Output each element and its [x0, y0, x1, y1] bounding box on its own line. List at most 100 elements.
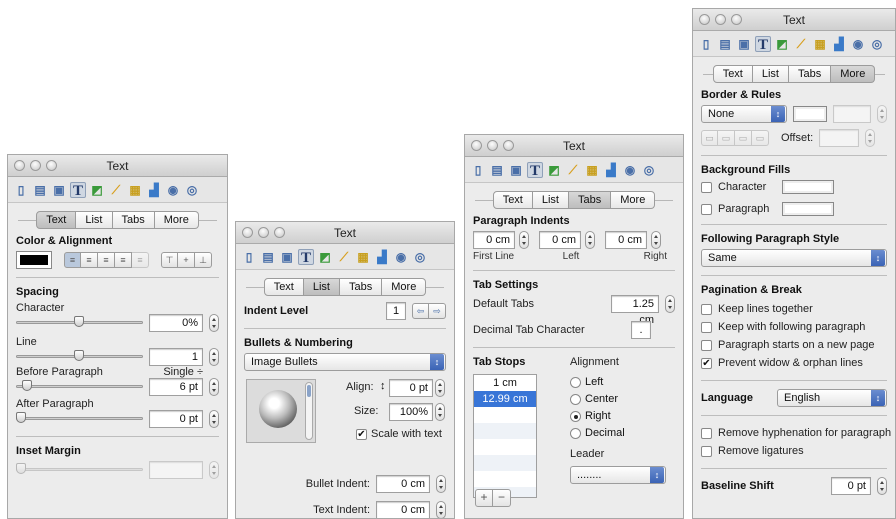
border-width-field[interactable] — [832, 105, 871, 123]
tab-stops-list[interactable]: 1 cm 12.99 cm — [473, 374, 537, 498]
paragraph-fill-checkbox[interactable] — [701, 203, 712, 215]
tab-list[interactable]: List — [303, 278, 340, 296]
border-style-popup[interactable]: None — [701, 105, 787, 123]
character-slider[interactable] — [16, 315, 143, 331]
tab-tabs[interactable]: Tabs — [789, 65, 832, 83]
wrap-icon[interactable]: ▣ — [736, 36, 752, 52]
character-stepper[interactable] — [209, 314, 219, 332]
close-icon[interactable] — [14, 160, 25, 171]
tab-text[interactable]: Text — [712, 65, 753, 83]
paragraph-fill-color-well[interactable] — [782, 202, 834, 216]
align-justify-icon[interactable]: ≡ — [115, 252, 132, 268]
document-icon[interactable]: ▤ — [489, 162, 505, 178]
baseline-shift-field[interactable]: 0 pt — [831, 477, 871, 495]
align-right-radio[interactable] — [570, 411, 581, 422]
ruler-icon[interactable]: ⟋ — [793, 36, 809, 52]
widow-orphan-checkbox[interactable]: ✔ — [701, 357, 712, 369]
right-indent-field[interactable]: 0 cm — [605, 231, 647, 249]
bullet-indent-stepper[interactable] — [436, 475, 446, 493]
character-fill-checkbox[interactable] — [701, 181, 712, 193]
wrap-icon[interactable]: ▣ — [279, 249, 295, 265]
text-icon[interactable]: T — [755, 35, 771, 53]
align-left-radio[interactable] — [570, 377, 581, 388]
minimize-icon[interactable] — [715, 14, 726, 25]
border-top-icon[interactable]: ▭ — [718, 130, 735, 146]
keep-lines-checkbox[interactable] — [701, 303, 712, 315]
text-icon[interactable]: T — [70, 181, 86, 199]
text-indent-stepper[interactable] — [436, 501, 446, 518]
tab-list[interactable]: List — [532, 191, 569, 209]
align-none-icon[interactable]: ≡ — [132, 252, 149, 268]
text-indent-field[interactable]: 0 cm — [376, 501, 430, 518]
offset-stepper[interactable] — [865, 129, 876, 147]
before-paragraph-stepper[interactable] — [209, 378, 219, 396]
link-icon[interactable]: ◉ — [393, 249, 409, 265]
quicktime-icon[interactable]: ◎ — [869, 36, 885, 52]
layout-icon[interactable]: ▯ — [470, 162, 486, 178]
valign-middle-icon[interactable]: + — [178, 252, 195, 268]
minimize-icon[interactable] — [487, 140, 498, 151]
line-stepper[interactable] — [209, 348, 219, 366]
left-indent-stepper[interactable] — [585, 231, 595, 249]
language-popup[interactable]: English — [777, 389, 887, 407]
title-bar[interactable]: Text — [693, 9, 895, 31]
chart-icon[interactable]: ▟ — [374, 249, 390, 265]
size-field[interactable]: 100% — [389, 403, 433, 421]
inset-margin-slider[interactable] — [16, 462, 143, 478]
table-icon[interactable]: ▦ — [584, 162, 600, 178]
align-center-icon[interactable]: ≡ — [81, 252, 98, 268]
tab-stop-row[interactable]: 1 cm — [474, 375, 536, 391]
offset-field[interactable] — [819, 129, 860, 147]
border-all-icon[interactable]: ▭ — [701, 130, 718, 146]
wrap-icon[interactable]: ▣ — [51, 182, 67, 198]
tab-tabs[interactable]: Tabs — [112, 211, 155, 229]
quicktime-icon[interactable]: ◎ — [184, 182, 200, 198]
document-icon[interactable]: ▤ — [717, 36, 733, 52]
bullet-image-scrollbar[interactable] — [305, 382, 313, 440]
layout-icon[interactable]: ▯ — [13, 182, 29, 198]
outdent-arrow-icon[interactable]: ⇦ — [412, 303, 429, 319]
text-color-well[interactable] — [16, 251, 52, 269]
border-width-stepper[interactable] — [877, 105, 887, 123]
border-bottom-icon[interactable]: ▭ — [735, 130, 752, 146]
border-sides-icon[interactable]: ▭ — [752, 130, 769, 146]
chart-icon[interactable]: ▟ — [603, 162, 619, 178]
after-paragraph-field[interactable]: 0 pt — [149, 410, 203, 428]
line-slider[interactable] — [16, 349, 143, 365]
default-tabs-field[interactable]: 1.25 cm — [611, 295, 659, 326]
remove-hyphenation-checkbox[interactable] — [701, 427, 712, 439]
valign-top-icon[interactable]: ⊤ — [161, 252, 178, 268]
after-paragraph-slider[interactable] — [16, 411, 143, 427]
zoom-icon[interactable] — [274, 227, 285, 238]
tab-text[interactable]: Text — [263, 278, 304, 296]
tab-more[interactable]: More — [611, 191, 656, 209]
default-tabs-stepper[interactable] — [665, 295, 675, 313]
bullet-image-well[interactable] — [246, 379, 316, 443]
chart-icon[interactable]: ▟ — [146, 182, 162, 198]
tab-tabs[interactable]: Tabs — [340, 278, 383, 296]
indent-level-field[interactable]: 1 — [386, 302, 406, 320]
tab-list[interactable]: List — [752, 65, 789, 83]
align-right-icon[interactable]: ≡ — [98, 252, 115, 268]
close-icon[interactable] — [471, 140, 482, 151]
link-icon[interactable]: ◉ — [622, 162, 638, 178]
inset-margin-field[interactable] — [149, 461, 203, 479]
text-icon[interactable]: T — [527, 161, 543, 179]
table-icon[interactable]: ▦ — [355, 249, 371, 265]
size-stepper[interactable] — [435, 403, 445, 421]
layout-icon[interactable]: ▯ — [241, 249, 257, 265]
title-bar[interactable]: Text — [465, 135, 683, 157]
window-controls[interactable] — [471, 140, 514, 151]
valign-bottom-icon[interactable]: ⊥ — [195, 252, 212, 268]
decimal-tab-character-field[interactable]: . — [631, 321, 651, 339]
wrap-icon[interactable]: ▣ — [508, 162, 524, 178]
right-indent-stepper[interactable] — [651, 231, 661, 249]
minimize-icon[interactable] — [258, 227, 269, 238]
tab-tabs[interactable]: Tabs — [569, 191, 612, 209]
ruler-icon[interactable]: ⟋ — [108, 182, 124, 198]
bullet-type-popup[interactable]: Image Bullets — [244, 353, 446, 371]
title-bar[interactable]: Text — [8, 155, 227, 177]
window-controls[interactable] — [699, 14, 742, 25]
close-icon[interactable] — [242, 227, 253, 238]
layout-icon[interactable]: ▯ — [698, 36, 714, 52]
